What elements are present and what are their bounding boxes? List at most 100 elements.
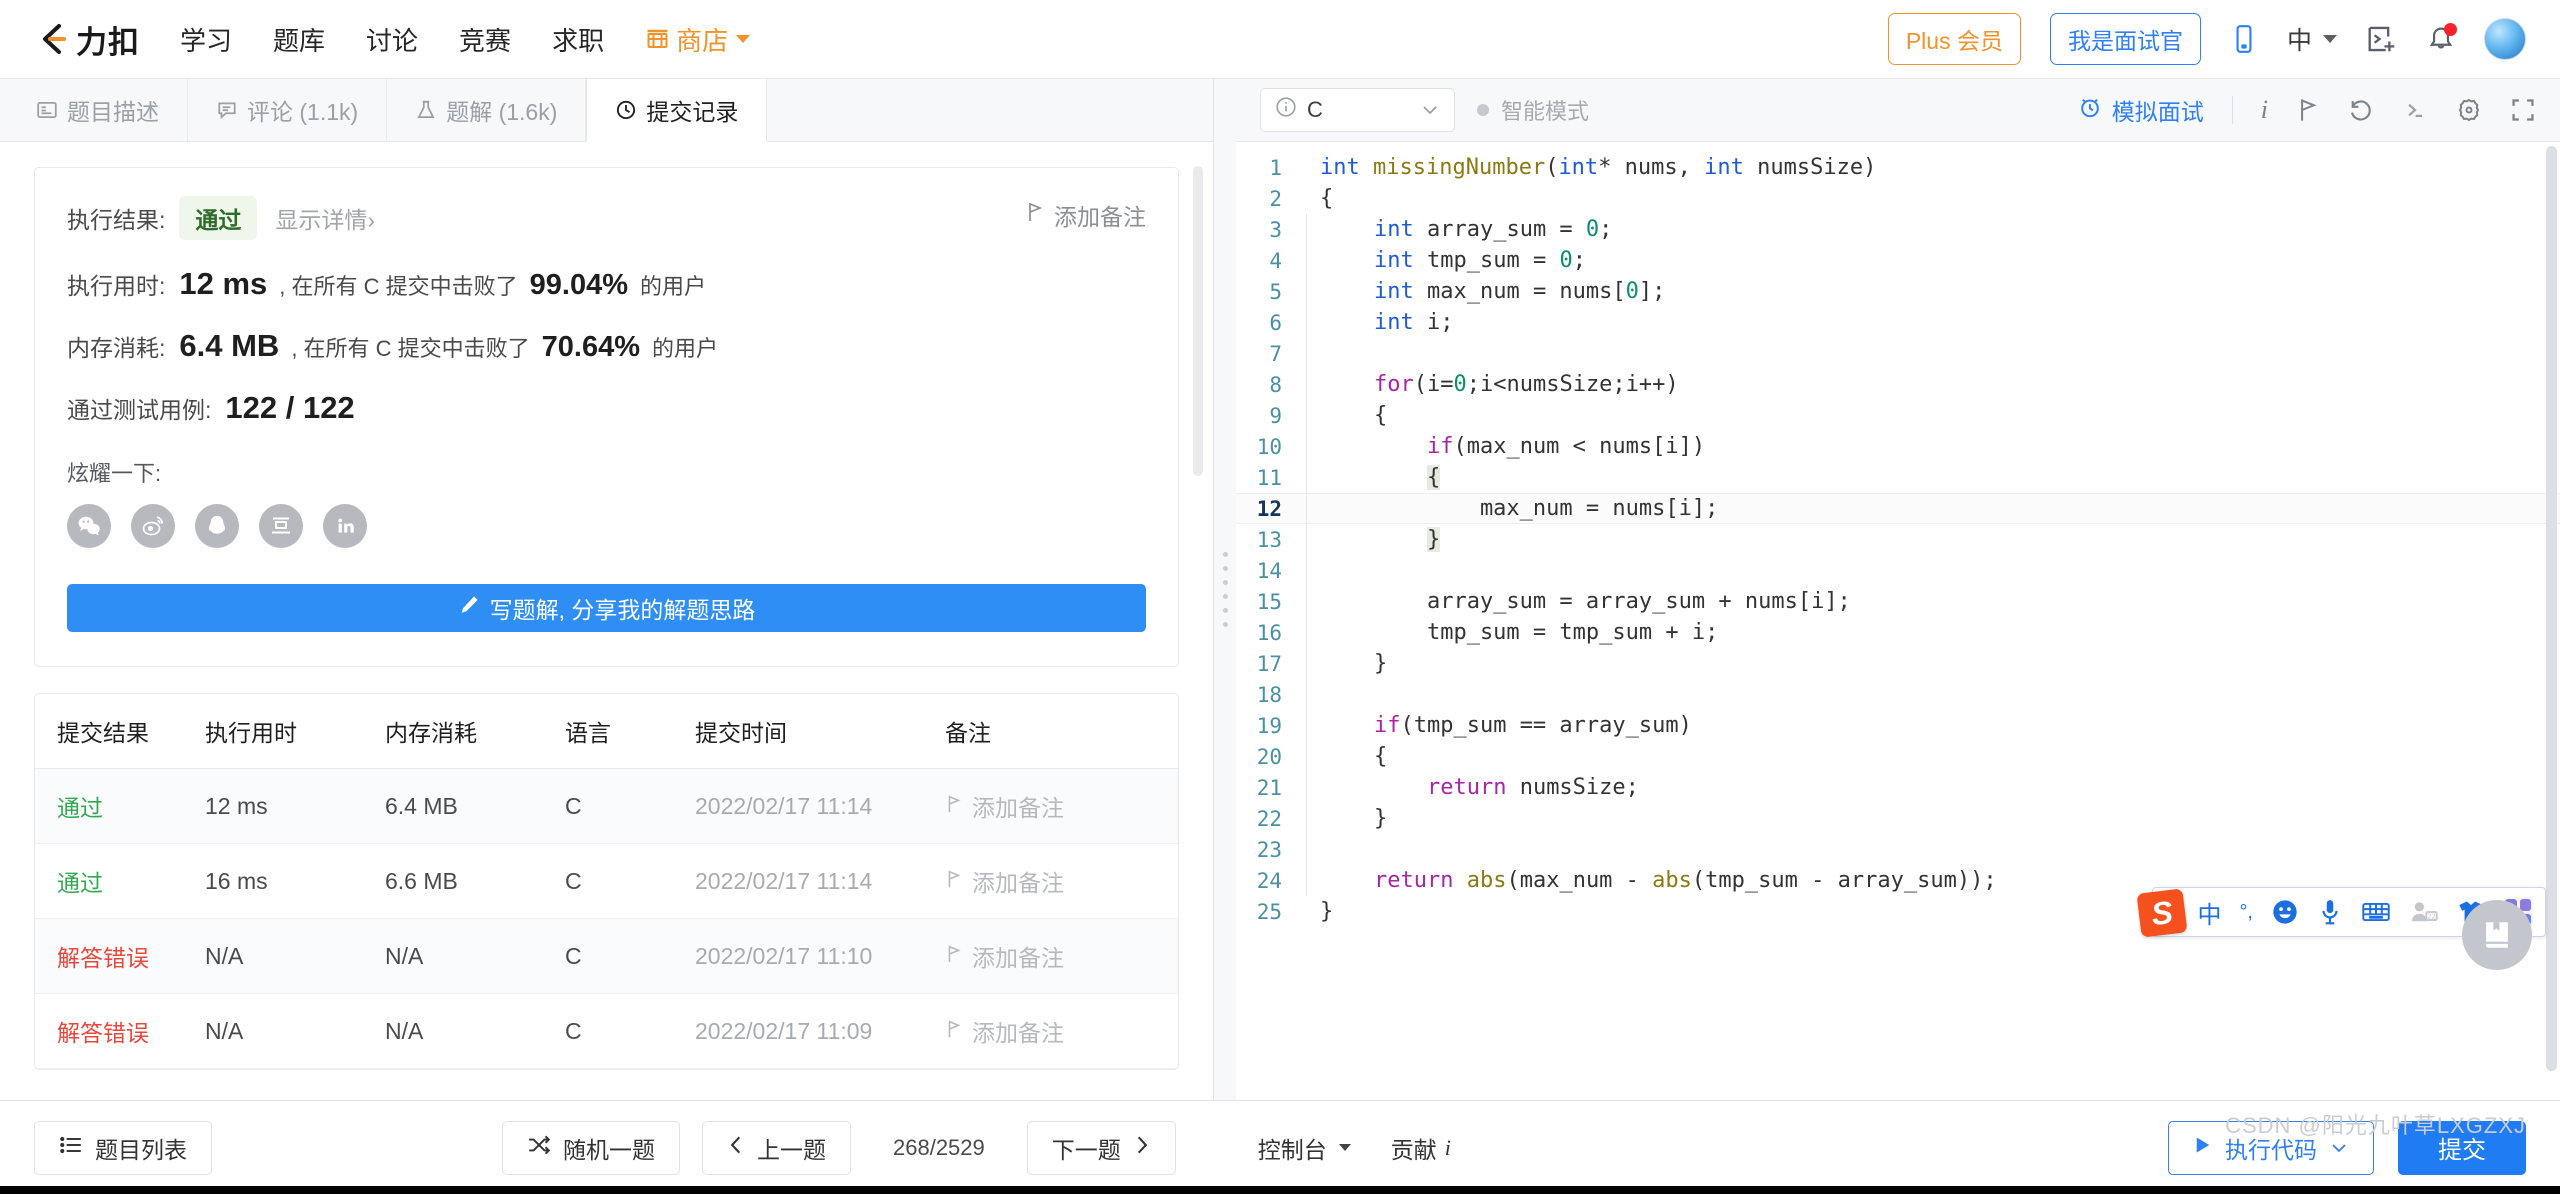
code-line[interactable]: 1 int missingNumber(int* nums, int numsSi… (1236, 152, 2560, 183)
language-select[interactable]: C (1260, 88, 1455, 132)
random-problem-button[interactable]: 随机一题 (502, 1120, 680, 1175)
table-row[interactable]: 通过 12 ms 6.4 MB C 2022/02/17 11:14 添加备注 (35, 769, 1178, 844)
code-line[interactable]: 20 { (1236, 741, 2560, 772)
language-switcher[interactable]: 中 (2287, 21, 2337, 57)
code-line[interactable]: 23 (1236, 834, 2560, 865)
code-line[interactable]: 5 int max_num = nums[0]; (1236, 276, 2560, 307)
play-icon (2193, 1134, 2213, 1161)
cell-status[interactable]: 解答错误 (35, 1014, 205, 1048)
terminal-plus-icon[interactable] (2366, 24, 2398, 54)
code-text: } (1426, 527, 1441, 552)
submit-button[interactable]: 提交 (2398, 1120, 2526, 1175)
notifications-bell-icon[interactable] (2427, 23, 2457, 54)
linkedin-icon[interactable] (323, 504, 367, 548)
code-line[interactable]: 19 if(tmp_sum == array_sum) (1236, 710, 2560, 741)
cell-add-note-label: 添加备注 (972, 945, 1064, 971)
editor-scrollbar[interactable] (2546, 146, 2557, 1090)
leetcode-logo[interactable]: 力扣 (34, 17, 140, 62)
problem-list-button[interactable]: 题目列表 (34, 1120, 212, 1175)
ime-voice-icon[interactable] (2317, 898, 2343, 926)
code-line[interactable]: 11 { (1236, 462, 2560, 493)
add-note-button[interactable]: 添加备注 (1025, 198, 1146, 232)
notebook-save-icon[interactable] (2462, 900, 2532, 970)
cell-status[interactable]: 通过 (35, 789, 205, 823)
code-line[interactable]: 3 int array_sum = 0; (1236, 214, 2560, 245)
code-line[interactable]: 7 (1236, 338, 2560, 369)
code-line[interactable]: 8 for(i=0;i<numsSize;i++) (1236, 369, 2560, 400)
main-nav: 学习 题库 讨论 竞赛 求职 商店 (180, 21, 751, 58)
console-button[interactable]: 控制台 (1258, 1131, 1351, 1165)
next-problem-button[interactable]: 下一题 (1026, 1120, 1176, 1175)
cell-status[interactable]: 通过 (35, 864, 205, 898)
cell-status[interactable]: 解答错误 (35, 939, 205, 973)
plus-member-button[interactable]: Plus 会员 (1887, 13, 2021, 65)
cell-add-note-button[interactable]: 添加备注 (945, 789, 1178, 823)
indent-guide (1306, 834, 1307, 865)
code-editor[interactable]: 1 int missingNumber(int* nums, int numsSi… (1236, 142, 2560, 1100)
code-line[interactable]: 14 (1236, 555, 2560, 586)
nav-item-jobs[interactable]: 求职 (552, 21, 604, 58)
code-line[interactable]: 4 int tmp_sum = 0; (1236, 245, 2560, 276)
code-line[interactable]: 17 } (1236, 648, 2560, 679)
douban-icon[interactable] (259, 504, 303, 548)
code-line[interactable]: 13 } (1236, 524, 2560, 555)
console-terminal-icon[interactable] (2402, 97, 2428, 123)
code-line[interactable]: 2{ (1236, 183, 2560, 214)
interviewer-button[interactable]: 我是面试官 (2049, 13, 2201, 65)
sogou-logo-icon[interactable]: S (2136, 888, 2188, 938)
ime-user-icon[interactable]: 22 (2409, 899, 2439, 925)
avatar[interactable] (2484, 18, 2526, 60)
code-line[interactable]: 18 (1236, 679, 2560, 710)
code-line[interactable]: 9 { (1236, 400, 2560, 431)
tab-solutions[interactable]: 题解 (1.6k) (387, 79, 587, 141)
add-note-label: 添加备注 (1054, 204, 1146, 230)
leetcode-submission-page: 力扣 学习 题库 讨论 竞赛 求职 商店 Plus 会员 我是面试官 中 题目描… (0, 0, 2560, 1194)
code-line[interactable]: 21 return numsSize; (1236, 772, 2560, 803)
tab-comments[interactable]: 评论 (1.1k) (188, 79, 388, 141)
gear-icon[interactable] (2456, 97, 2482, 123)
cell-add-note-button[interactable]: 添加备注 (945, 1014, 1178, 1048)
qq-icon[interactable] (195, 504, 239, 548)
write-solution-button[interactable]: 写题解, 分享我的解题思路 (67, 584, 1146, 632)
editor-scrollbar-thumb[interactable] (2546, 146, 2557, 1072)
nav-item-discuss[interactable]: 讨论 (366, 21, 418, 58)
ime-chinese-mode[interactable]: 中 (2197, 895, 2221, 930)
show-detail-link[interactable]: 显示详情› (275, 201, 375, 235)
code-line[interactable]: 15 array_sum = array_sum + nums[i]; (1236, 586, 2560, 617)
wechat-icon[interactable] (67, 504, 111, 548)
table-row[interactable]: 解答错误 N/A N/A C 2022/02/17 11:10 添加备注 (35, 919, 1178, 994)
flag-icon[interactable] (2296, 97, 2320, 123)
prev-problem-button[interactable]: 上一题 (702, 1120, 851, 1175)
weibo-icon[interactable] (131, 504, 175, 548)
code-line[interactable]: 6 int i; (1236, 307, 2560, 338)
tab-description[interactable]: 题目描述 (0, 79, 188, 141)
mock-interview-button[interactable]: 模拟面试 (2078, 93, 2204, 127)
smart-mode-toggle[interactable]: 智能模式 (1477, 94, 1589, 126)
mobile-icon[interactable] (2230, 24, 2258, 54)
contribute-button[interactable]: 贡献 i (1391, 1131, 1451, 1165)
ime-punctuation-icon[interactable]: °, (2239, 901, 2253, 924)
tab-submissions[interactable]: 提交记录 (586, 79, 768, 142)
cell-add-note-button[interactable]: 添加备注 (945, 864, 1178, 898)
table-row[interactable]: 通过 16 ms 6.6 MB C 2022/02/17 11:14 添加备注 (35, 844, 1178, 919)
ime-emoji-icon[interactable] (2271, 898, 2299, 926)
nav-item-contest[interactable]: 竞赛 (459, 21, 511, 58)
run-code-button[interactable]: 执行代码 (2168, 1120, 2374, 1175)
chevron-right-icon (1133, 1134, 1151, 1162)
memory-percent: 70.64% (541, 331, 641, 363)
code-line[interactable]: 12 max_num = nums[i]; (1236, 493, 2560, 524)
panel-splitter[interactable] (1214, 79, 1236, 1100)
info-icon[interactable]: i (2261, 95, 2268, 125)
code-line[interactable]: 10 if(max_num < nums[i]) (1236, 431, 2560, 462)
cell-add-note-button[interactable]: 添加备注 (945, 939, 1178, 973)
fullscreen-icon[interactable] (2510, 97, 2536, 123)
nav-item-study[interactable]: 学习 (180, 21, 232, 58)
code-line[interactable]: 16 tmp_sum = tmp_sum + i; (1236, 617, 2560, 648)
table-row[interactable]: 解答错误 N/A N/A C 2022/02/17 11:09 添加备注 (35, 994, 1178, 1069)
code-line[interactable]: 22 } (1236, 803, 2560, 834)
nav-item-problems[interactable]: 题库 (273, 21, 325, 58)
reset-undo-icon[interactable] (2348, 97, 2374, 123)
left-panel-scrollbar[interactable] (1193, 166, 1203, 476)
nav-item-store[interactable]: 商店 (645, 21, 751, 58)
ime-keyboard-icon[interactable] (2361, 899, 2391, 925)
